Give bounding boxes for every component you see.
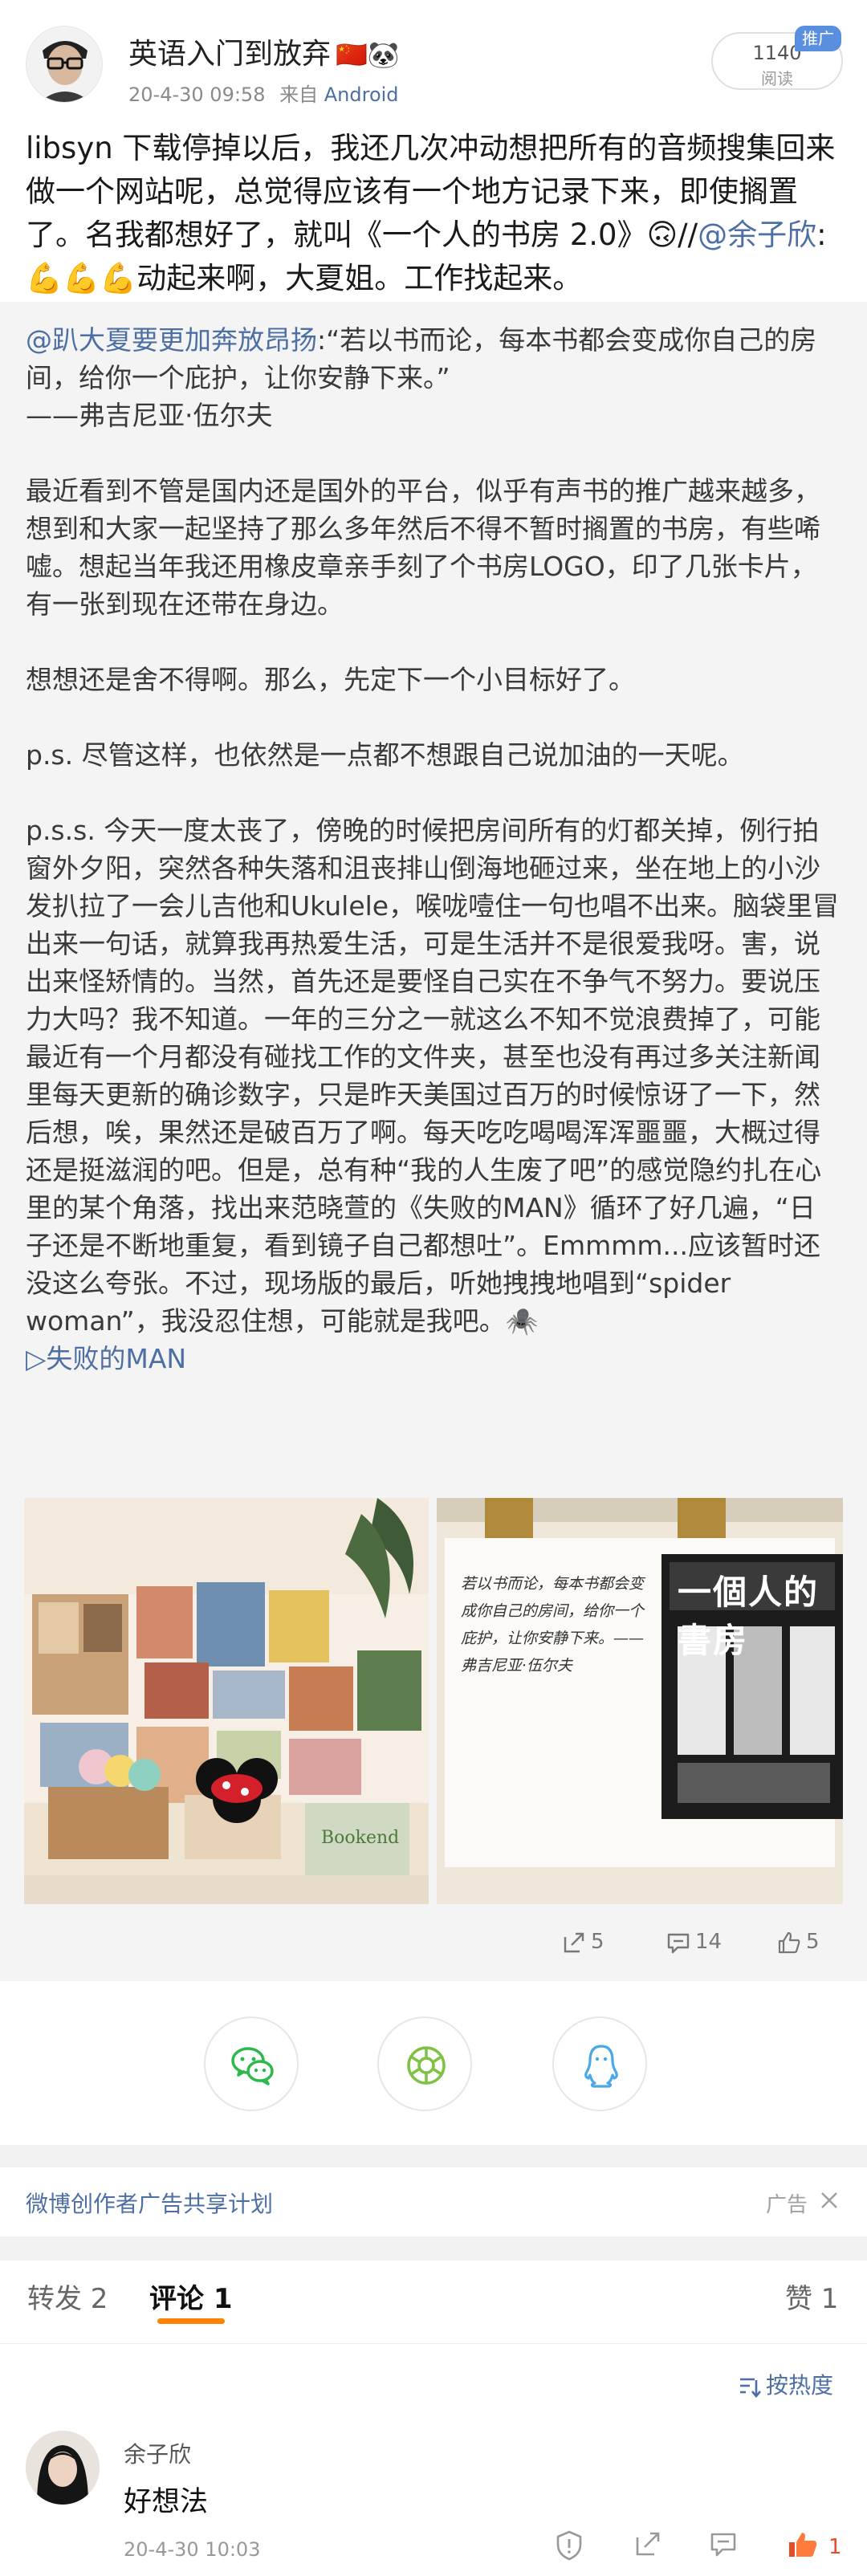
repost-text: libsyn 下载停掉以后，我还几次冲动想把所有的音频搜集回来做一个网站呢，总觉… xyxy=(26,127,845,300)
report-icon[interactable] xyxy=(556,2530,583,2561)
post-image-card[interactable]: 若以书而论，每本书都会变成你自己的房间，给你一个庇护，让你安静下来。—— 弗吉尼… xyxy=(437,1498,843,1904)
interaction-tabs: 转发 2 评论 1 赞 1 xyxy=(0,2261,867,2344)
close-icon[interactable] xyxy=(819,2190,840,2211)
original-paragraph-4: p.s.s. 今天一度太丧了，傍晚的时候把房间所有的灯都关掉，例行拍窗外夕阳，突… xyxy=(26,815,840,1337)
sort-label: 按热度 xyxy=(766,2372,834,2399)
ad-tag: 广告 xyxy=(766,2193,808,2217)
wechat-share-button[interactable] xyxy=(204,2016,299,2111)
original-paragraph-1: 最近看到不管是国内还是国外的平台，似乎有声书的推广越来越多，想到和大家一起坚持了… xyxy=(26,475,820,620)
comment-stat[interactable]: 14 xyxy=(666,1930,722,1955)
comment-icon xyxy=(667,1933,690,1953)
active-tab-indicator xyxy=(157,2318,225,2324)
ad-program-link[interactable]: 微博创作者广告共享计划 xyxy=(26,2187,273,2219)
like-icon xyxy=(778,1931,800,1953)
original-quote-author: ——弗吉尼亚·伍尔夫 xyxy=(26,400,273,431)
tab-like[interactable]: 赞 1 xyxy=(785,2277,838,2316)
post-image-collage[interactable]: Bookend xyxy=(24,1498,429,1904)
svg-text:Bookend: Bookend xyxy=(321,1828,399,1848)
promo-tag[interactable]: 推广 xyxy=(795,26,841,51)
author-name-emoji: 🇨🇳🐼 xyxy=(336,39,400,70)
like-count: 5 xyxy=(806,1930,820,1954)
repost-text-tail: 💪💪💪动起来啊，大夏姐。工作找起来。 xyxy=(26,261,583,295)
repost-icon xyxy=(564,1932,584,1952)
moments-share-button[interactable] xyxy=(377,2016,472,2111)
comment-text: 好想法 xyxy=(124,2486,209,2518)
original-paragraph-3: p.s. 尽管这样，也依然是一点都不想跟自己说加油的一天呢。 xyxy=(26,739,744,771)
forward-comment-icon[interactable] xyxy=(634,2530,661,2558)
post-header: 英语入门到放弃 🇨🇳🐼 20-4-30 09:58 来自 Android 1140… xyxy=(0,0,867,112)
original-post[interactable]: @趴大夏要更加奔放昂扬:“若以书而论，每本书都会变成你自己的房间，给你一个庇护，… xyxy=(0,302,867,1981)
card-quote-text: 若以书而论，每本书都会变成你自己的房间，给你一个庇护，让你安静下来。—— 弗吉尼… xyxy=(461,1575,645,1675)
section-divider xyxy=(0,2236,867,2261)
comment-time: 20-4-30 10:03 xyxy=(124,2538,261,2561)
sort-button[interactable]: 按热度 xyxy=(739,2368,833,2400)
original-post-body: @趴大夏要更加奔放昂扬:“若以书而论，每本书都会变成你自己的房间，给你一个庇护，… xyxy=(26,321,841,1378)
tab-repost[interactable]: 转发 2 xyxy=(27,2277,108,2316)
like-filled-icon[interactable] xyxy=(787,2530,819,2559)
original-quote-line: @趴大夏要更加奔放昂扬:“若以书而论，每本书都会变成你自己的房间，给你一个庇护，… xyxy=(26,321,841,397)
moments-icon xyxy=(407,2046,446,2085)
repost-colon: : xyxy=(816,218,827,252)
commenter-name[interactable]: 余子欣 xyxy=(124,2437,191,2469)
comment-count: 14 xyxy=(695,1930,722,1954)
mention-link[interactable]: @余子欣 xyxy=(698,218,816,252)
original-paragraph-2: 想想还是舍不得啊。那么，先定下一个小目标好了。 xyxy=(26,664,635,695)
post-meta: 20-4-30 09:58 来自 Android xyxy=(128,79,399,107)
card-title: 一個人的書房 xyxy=(678,1573,820,1660)
comment-like-count: 1 xyxy=(828,2535,842,2559)
original-author-link[interactable]: @趴大夏要更加奔放昂扬 xyxy=(26,324,317,356)
qq-icon xyxy=(584,2045,618,2088)
weibo-detail-page: 英语入门到放弃 🇨🇳🐼 20-4-30 09:58 来自 Android 1140… xyxy=(0,0,867,2576)
share-row xyxy=(0,1981,867,2145)
post-time: 20-4-30 09:58 xyxy=(128,83,266,106)
wechat-icon xyxy=(231,2047,274,2086)
commenter-avatar[interactable] xyxy=(26,2431,100,2505)
music-link[interactable]: ▷失败的MAN xyxy=(26,1343,186,1374)
sort-icon xyxy=(740,2378,761,2399)
author-avatar[interactable] xyxy=(26,26,103,103)
repost-stat[interactable]: 5 xyxy=(562,1930,604,1955)
author-name[interactable]: 英语入门到放弃 🇨🇳🐼 xyxy=(128,31,400,72)
tab-comment[interactable]: 评论 1 xyxy=(149,2277,233,2316)
read-label: 阅读 xyxy=(761,69,793,88)
source-prefix: 来自 xyxy=(279,83,319,106)
repost-count: 5 xyxy=(591,1930,604,1954)
ad-banner: 微博创作者广告共享计划 广告 xyxy=(0,2167,867,2236)
like-stat[interactable]: 5 xyxy=(777,1930,820,1955)
reply-icon[interactable] xyxy=(710,2530,737,2558)
section-divider xyxy=(0,2145,867,2167)
author-name-text: 英语入门到放弃 xyxy=(128,38,332,71)
source-link[interactable]: Android xyxy=(324,83,399,106)
qq-share-button[interactable] xyxy=(552,2016,647,2111)
